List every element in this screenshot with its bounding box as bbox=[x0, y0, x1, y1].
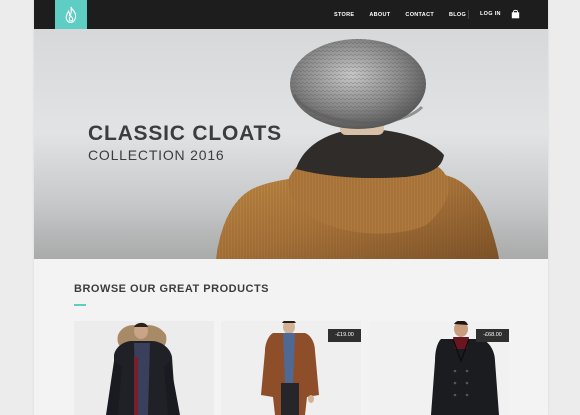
nav-link-contact[interactable]: CONTACT bbox=[405, 12, 434, 18]
product-card-1[interactable] bbox=[74, 321, 214, 415]
nav-link-store[interactable]: STORE bbox=[334, 12, 354, 18]
brand-logo[interactable] bbox=[55, 0, 87, 29]
hero-title: CLASSIC CLOATS bbox=[88, 122, 282, 145]
price-tag: -£68.00 bbox=[476, 329, 509, 342]
product-card-2[interactable]: -£19.00 bbox=[221, 321, 361, 415]
shopping-bag-icon[interactable] bbox=[511, 9, 520, 19]
product-image-parka bbox=[74, 321, 214, 415]
nav-divider bbox=[468, 10, 469, 19]
top-navbar: STORE ABOUT CONTACT BLOG LOG IN bbox=[34, 0, 548, 29]
hero-subtitle: COLLECTION 2016 bbox=[88, 147, 225, 163]
nav-link-blog[interactable]: BLOG bbox=[449, 12, 466, 18]
price-tag: -£19.00 bbox=[328, 329, 361, 342]
section-title: BROWSE OUR GREAT PRODUCTS bbox=[74, 283, 270, 295]
flame-icon bbox=[65, 6, 77, 23]
page-frame: STORE ABOUT CONTACT BLOG LOG IN CLASSIC … bbox=[34, 0, 548, 415]
hero-banner: CLASSIC CLOATS COLLECTION 2016 bbox=[34, 29, 548, 259]
login-link[interactable]: LOG IN bbox=[480, 0, 501, 29]
nav-link-about[interactable]: ABOUT bbox=[369, 12, 390, 18]
section-accent-underline bbox=[74, 304, 86, 306]
main-menu: STORE ABOUT CONTACT BLOG bbox=[334, 0, 481, 29]
product-card-3[interactable]: -£68.00 bbox=[369, 321, 509, 415]
